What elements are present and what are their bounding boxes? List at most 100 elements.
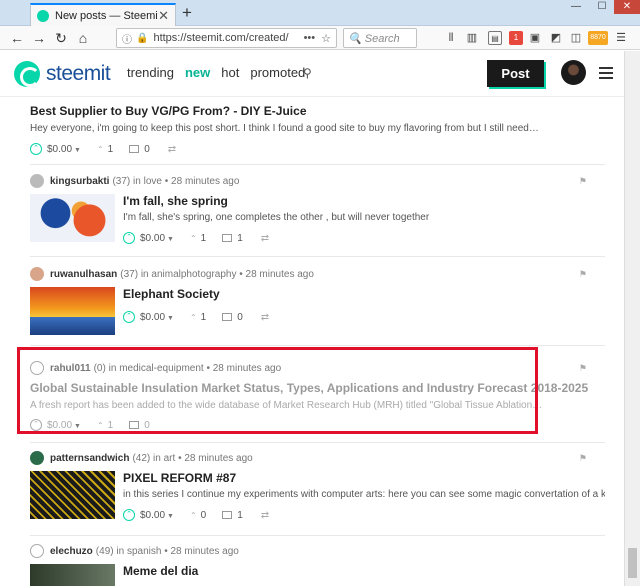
author-name[interactable]: ruwanulhasan bbox=[50, 269, 117, 280]
post-excerpt[interactable]: I'm fall, she's spring, one completes th… bbox=[123, 212, 605, 223]
forward-icon[interactable]: → bbox=[30, 29, 48, 47]
post-title[interactable]: Best Supplier to Buy VG/PG From? - DIY E… bbox=[30, 104, 605, 118]
back-icon[interactable]: ← bbox=[8, 29, 26, 47]
comment-count[interactable]: 1 bbox=[237, 233, 243, 244]
post-meta: patternsandwich (42) in art • 28 minutes… bbox=[30, 451, 605, 465]
payout-value[interactable]: $0.00 ▼ bbox=[47, 144, 81, 155]
search-placeholder: Search bbox=[364, 33, 400, 45]
page-scrollbar[interactable] bbox=[624, 51, 640, 586]
payout-amount: $0.00 bbox=[140, 509, 166, 521]
menu-icon[interactable]: ☰ bbox=[614, 31, 628, 45]
payout-value[interactable]: $0.00 ▼ bbox=[140, 233, 174, 244]
nav-hot[interactable]: hot bbox=[221, 65, 239, 80]
reload-icon[interactable]: ↻ bbox=[52, 29, 70, 47]
post-category[interactable]: spanish bbox=[127, 546, 161, 557]
bookmark-star-icon[interactable]: ☆ bbox=[321, 32, 331, 45]
author-name[interactable]: kingsurbakti bbox=[50, 176, 109, 187]
post-title[interactable]: Meme del dia bbox=[123, 564, 605, 578]
resteem-icon[interactable]: ⇄ bbox=[261, 510, 269, 521]
vote-count[interactable]: 0 bbox=[201, 510, 207, 521]
upvote-icon[interactable]: ⌃ bbox=[123, 232, 135, 244]
maximize-icon[interactable]: ☐ bbox=[589, 0, 615, 14]
votes-icon: ⌃ bbox=[189, 312, 197, 322]
author-avatar[interactable] bbox=[30, 451, 44, 465]
vote-count[interactable]: 1 bbox=[201, 233, 207, 244]
post-category[interactable]: love bbox=[144, 176, 162, 187]
author-avatar[interactable] bbox=[30, 267, 44, 281]
post-time[interactable]: • 28 minutes ago bbox=[164, 546, 239, 557]
post-thumbnail[interactable] bbox=[30, 471, 115, 519]
browser-tab[interactable]: New posts — Steemit ✕ bbox=[30, 3, 176, 26]
url-text[interactable]: https://steemit.com/created/ bbox=[153, 32, 299, 44]
library-icon[interactable]: ⫴ bbox=[444, 31, 458, 45]
nav-new[interactable]: new bbox=[185, 65, 210, 80]
resteem-icon[interactable]: ⇄ bbox=[168, 144, 176, 155]
flag-icon[interactable]: ⚑ bbox=[579, 453, 587, 464]
post-thumbnail[interactable] bbox=[30, 194, 115, 242]
vote-count[interactable]: 1 bbox=[108, 144, 114, 155]
author-name[interactable]: elechuzo bbox=[50, 546, 93, 557]
feed-post: kingsurbakti (37) in love • 28 minutes a… bbox=[30, 174, 605, 245]
post-time[interactable]: • 28 minutes ago bbox=[178, 453, 253, 464]
flag-icon[interactable]: ⚑ bbox=[579, 176, 587, 187]
close-tab-icon[interactable]: ✕ bbox=[158, 8, 169, 24]
post-title[interactable]: PIXEL REFORM #87 bbox=[123, 471, 605, 485]
extension-icon-2[interactable]: ◩ bbox=[549, 31, 563, 45]
nav-trending[interactable]: trending bbox=[127, 65, 174, 80]
post-time[interactable]: • 28 minutes ago bbox=[239, 269, 314, 280]
extension-icon-3[interactable]: ◫ bbox=[569, 31, 583, 45]
comment-count[interactable]: 0 bbox=[144, 144, 150, 155]
post-button[interactable]: Post bbox=[487, 60, 544, 87]
post-meta: elechuzo (49) in spanish • 28 minutes ag… bbox=[30, 544, 605, 558]
steemit-logo-icon bbox=[14, 61, 40, 87]
page-actions-icon[interactable]: ••• bbox=[304, 32, 316, 44]
post-thumbnail[interactable] bbox=[30, 287, 115, 335]
extension-icon[interactable]: ▣ bbox=[528, 31, 542, 45]
search-icon[interactable]: ⚲ bbox=[303, 66, 312, 80]
post-thumbnail[interactable] bbox=[30, 564, 115, 586]
post-excerpt[interactable]: in this series I continue my experiments… bbox=[123, 489, 605, 500]
nav-promoted[interactable]: promoted bbox=[250, 65, 305, 80]
payout-amount: $0.00 bbox=[140, 311, 166, 323]
resteem-icon[interactable]: ⇄ bbox=[261, 233, 269, 244]
upvote-icon[interactable]: ⌃ bbox=[30, 143, 42, 155]
feed-post: patternsandwich (42) in art • 28 minutes… bbox=[30, 451, 605, 522]
author-rep: (37) bbox=[120, 268, 139, 280]
post-category[interactable]: animalphotography bbox=[151, 269, 236, 280]
post-category[interactable]: art bbox=[164, 453, 176, 464]
sidebar-icon[interactable]: ▥ bbox=[465, 31, 479, 45]
post-title[interactable]: I'm fall, she spring bbox=[123, 194, 605, 208]
payout-value[interactable]: $0.00 ▼ bbox=[140, 510, 174, 521]
steemit-logo[interactable]: steemit bbox=[14, 61, 111, 87]
post-divider bbox=[30, 535, 605, 536]
comment-count[interactable]: 0 bbox=[237, 312, 243, 323]
author-avatar[interactable] bbox=[30, 544, 44, 558]
flag-icon[interactable]: ⚑ bbox=[579, 363, 587, 374]
reader-icon[interactable]: ▤ bbox=[488, 31, 502, 45]
search-input[interactable]: 🔍 Search bbox=[343, 28, 417, 48]
new-tab-icon[interactable]: + bbox=[182, 4, 192, 22]
extension-counter[interactable]: 8870 bbox=[588, 31, 608, 45]
comment-count[interactable]: 1 bbox=[237, 510, 243, 521]
minimize-icon[interactable]: — bbox=[563, 0, 589, 14]
upvote-icon[interactable]: ⌃ bbox=[123, 311, 135, 323]
resteem-icon[interactable]: ⇄ bbox=[261, 312, 269, 323]
post-excerpt[interactable]: Hey everyone, i'm going to keep this pos… bbox=[30, 123, 605, 134]
info-icon[interactable]: ⓘ bbox=[122, 31, 132, 46]
url-bar[interactable]: ⓘ 🔒 https://steemit.com/created/ ••• ☆ bbox=[116, 28, 337, 48]
author-avatar[interactable] bbox=[30, 174, 44, 188]
post-title[interactable]: Elephant Society bbox=[123, 287, 605, 301]
author-name[interactable]: patternsandwich bbox=[50, 453, 129, 464]
upvote-icon[interactable]: ⌃ bbox=[123, 509, 135, 521]
caret-down-icon: ▼ bbox=[74, 146, 81, 154]
flag-icon[interactable]: ⚑ bbox=[579, 269, 587, 280]
post-time[interactable]: • 28 minutes ago bbox=[165, 176, 240, 187]
hamburger-menu-icon[interactable] bbox=[599, 67, 613, 82]
home-icon[interactable]: ⌂ bbox=[74, 29, 92, 47]
scroll-thumb[interactable] bbox=[628, 548, 637, 578]
payout-value[interactable]: $0.00 ▼ bbox=[140, 312, 174, 323]
vote-count[interactable]: 1 bbox=[201, 312, 207, 323]
close-window-icon[interactable]: ✕ bbox=[614, 0, 640, 14]
user-avatar[interactable] bbox=[561, 60, 586, 85]
extension-badge[interactable]: 1 bbox=[509, 31, 523, 45]
